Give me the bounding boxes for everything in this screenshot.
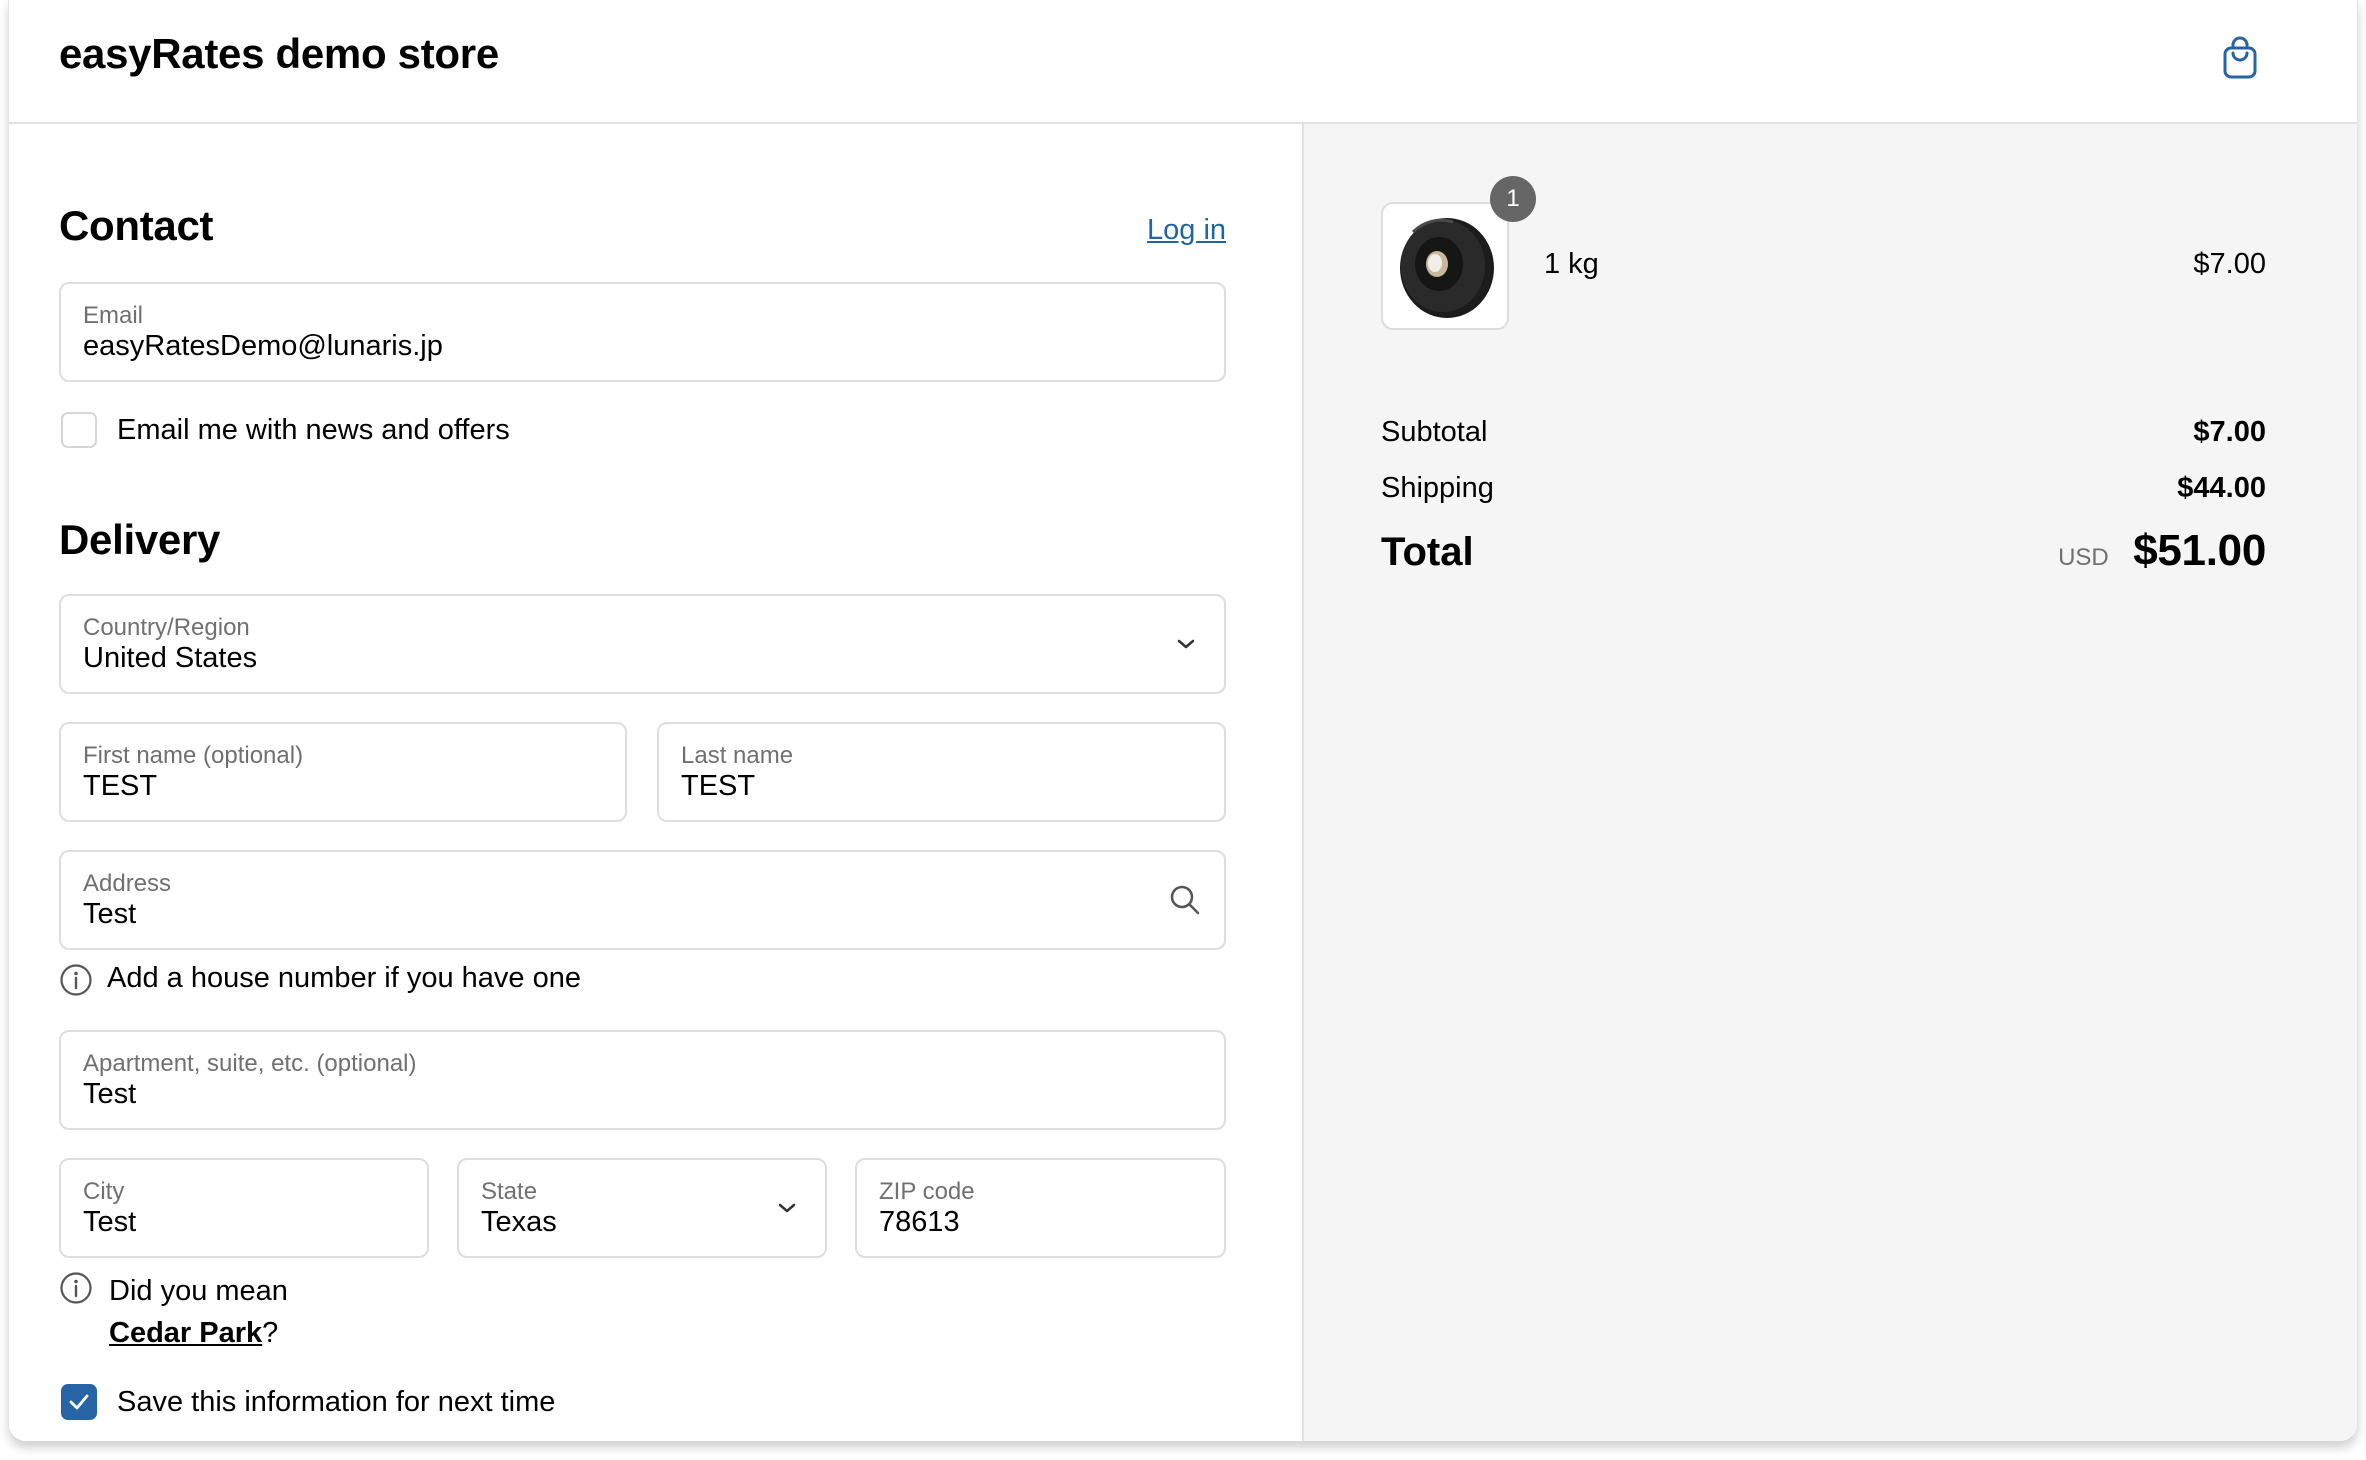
- city-value: Test: [83, 1206, 137, 1238]
- newsletter-label: Email me with news and offers: [117, 413, 510, 446]
- delivery-heading: Delivery: [59, 516, 221, 563]
- checkout-window: easyRates demo store Contact Log in Emai…: [8, 0, 2358, 1442]
- weight-plate-image: [1400, 218, 1494, 318]
- state-label: State: [481, 1178, 538, 1205]
- apartment-label: Apartment, suite, etc. (optional): [83, 1050, 417, 1077]
- quantity-badge: 1: [1490, 176, 1536, 222]
- address-field[interactable]: Address Test: [59, 850, 1226, 950]
- first-name-label: First name (optional): [83, 742, 304, 769]
- newsletter-checkbox-row[interactable]: Email me with news and offers: [61, 412, 510, 448]
- city-suggestion: Did you mean Cedar Park?: [59, 1270, 288, 1354]
- city-suggestion-link[interactable]: Cedar Park: [109, 1317, 262, 1349]
- city-field[interactable]: City Test: [59, 1158, 429, 1258]
- product-thumbnail: [1381, 202, 1509, 330]
- subtotal-label: Subtotal: [1381, 416, 1488, 448]
- country-value: United States: [83, 642, 258, 674]
- search-icon[interactable]: [1168, 883, 1202, 917]
- total-value: $51.00: [2133, 526, 2266, 575]
- email-value: easyRatesDemo@lunaris.jp: [83, 330, 443, 362]
- state-value: Texas: [481, 1206, 557, 1238]
- subtotal-value: $7.00: [2193, 416, 2266, 448]
- city-label: City: [83, 1178, 125, 1205]
- info-icon: [60, 1272, 92, 1304]
- newsletter-checkbox[interactable]: [61, 412, 97, 448]
- address-hint-text: Add a house number if you have one: [107, 962, 581, 994]
- last-name-value: TEST: [681, 770, 756, 802]
- last-name-field[interactable]: Last name TEST: [657, 722, 1226, 822]
- save-info-checkbox[interactable]: [61, 1384, 97, 1420]
- item-price: $7.00: [2193, 248, 2266, 280]
- checkmark-icon: [69, 1394, 89, 1410]
- zip-label: ZIP code: [879, 1178, 975, 1205]
- shipping-row: Shipping $44.00: [1381, 472, 2266, 505]
- total-currency: USD: [2058, 544, 2109, 571]
- shipping-label: Shipping: [1381, 472, 1494, 504]
- total-row: Total USD $51.00: [1381, 526, 2266, 576]
- store-name[interactable]: easyRates demo store: [59, 30, 499, 78]
- subtotal-row: Subtotal $7.00: [1381, 416, 2266, 449]
- country-select[interactable]: Country/Region United States: [59, 594, 1226, 694]
- zip-field[interactable]: ZIP code 78613: [855, 1158, 1226, 1258]
- apartment-value: Test: [83, 1078, 137, 1110]
- chevron-down-icon: [1177, 639, 1195, 649]
- address-hint: Add a house number if you have one: [59, 962, 581, 997]
- email-field[interactable]: Email easyRatesDemo@lunaris.jp: [59, 282, 1226, 382]
- city-suggestion-text: Did you mean Cedar Park?: [109, 1270, 288, 1354]
- shopping-bag-icon: [2223, 36, 2257, 79]
- chevron-down-icon: [778, 1203, 796, 1213]
- item-name: 1 kg: [1544, 248, 1599, 280]
- order-summary: 1 1 kg $7.00 Subtotal $7.00 Shipping $44…: [1302, 124, 2357, 1441]
- country-label: Country/Region: [83, 614, 250, 641]
- address-value: Test: [83, 898, 137, 930]
- zip-value: 78613: [879, 1206, 960, 1238]
- cart-button[interactable]: [2215, 30, 2265, 86]
- contact-heading: Contact: [59, 202, 214, 249]
- last-name-label: Last name: [681, 742, 794, 769]
- city-suggestion-suffix: ?: [262, 1317, 279, 1349]
- checkout-form: Contact Log in Email easyRatesDemo@lunar…: [9, 124, 1302, 1441]
- apartment-field[interactable]: Apartment, suite, etc. (optional) Test: [59, 1030, 1226, 1130]
- first-name-value: TEST: [83, 770, 158, 802]
- first-name-field[interactable]: First name (optional) TEST: [59, 722, 627, 822]
- save-info-label: Save this information for next time: [117, 1385, 556, 1418]
- total-label: Total: [1381, 530, 1474, 574]
- info-icon: [60, 964, 92, 996]
- city-suggestion-prefix: Did you mean: [109, 1275, 288, 1307]
- save-info-checkbox-row[interactable]: Save this information for next time: [61, 1384, 555, 1420]
- login-link[interactable]: Log in: [1147, 214, 1226, 247]
- header: easyRates demo store: [9, 0, 2357, 124]
- state-select[interactable]: State Texas: [457, 1158, 827, 1258]
- email-label: Email: [83, 302, 144, 329]
- address-label: Address: [83, 870, 172, 897]
- shipping-value: $44.00: [2177, 472, 2266, 504]
